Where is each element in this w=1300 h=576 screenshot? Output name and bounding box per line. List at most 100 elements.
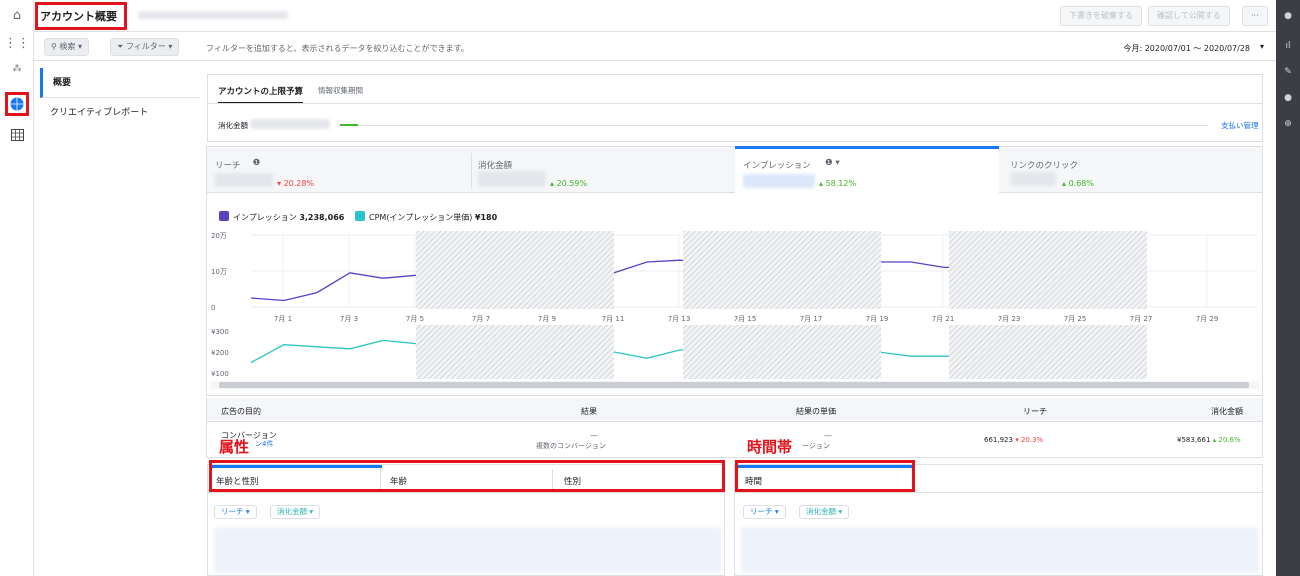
spend-delta: ▴ 20.6% (1212, 436, 1241, 444)
metric-select-reach[interactable]: リーチ ▾ (214, 505, 257, 519)
legend-value: ¥180 (474, 213, 498, 222)
objective-sub-link[interactable]: ン4件 (255, 439, 273, 449)
metric-delta-text: 58.12% (825, 179, 857, 188)
clock-icon[interactable]: ● (1282, 10, 1294, 22)
filter-icon: ⏷ (117, 42, 126, 51)
metric-tab-link-clicks[interactable]: リンクのクリック ▴ 0.68% (1000, 147, 1262, 193)
y-tick-label: 20万 (211, 232, 227, 240)
metric-tab-spend[interactable]: 消化金額 ▴ 20.59% (472, 147, 736, 193)
column-header[interactable]: 広告の目的 (221, 406, 261, 417)
reach-cell: 661,923 ▾ 20.3% (984, 436, 1043, 444)
pill-label: 消化金額 (277, 507, 307, 516)
right-tools-rail: ● ıl ✎ ● ⊕ (1276, 0, 1300, 576)
x-tick-label: 7月 17 (800, 315, 823, 323)
metric-select-spend[interactable]: 消化金額 ▾ (799, 505, 850, 519)
tab-account-limit[interactable]: アカウントの上限予算 (218, 85, 304, 104)
chevron-down-icon[interactable]: ▾ (1260, 42, 1264, 51)
metric-label: リンクのクリック (1010, 161, 1079, 171)
x-tick-label: 7月 23 (998, 315, 1021, 323)
metric-tab-impressions[interactable]: インプレッション ❶ ▾ ▴ 58.12% (735, 146, 999, 194)
legend-swatch-impressions (219, 211, 229, 221)
metric-label: インプレッション (743, 161, 811, 171)
review-publish-button[interactable]: 確認して公開する (1148, 6, 1230, 26)
pencil-icon[interactable]: ✎ (1282, 66, 1294, 78)
spend-delta-text: 20.6% (1218, 436, 1241, 444)
spend-cell: ¥583,661 ▴ 20.6% (1177, 436, 1241, 444)
result-sub: 複数のコンバージョン (536, 442, 606, 450)
result-cell: — (590, 431, 598, 440)
chart-icon[interactable]: ıl (1282, 40, 1294, 52)
tab-collection-period[interactable]: 情報収集期間 (318, 85, 363, 96)
x-tick-label: 7月 1 (274, 315, 292, 323)
y-tick-label: ¥100 (211, 370, 229, 378)
masked-region (683, 325, 881, 379)
time-chart-redacted (741, 527, 1259, 573)
column-header[interactable]: 消化金額 (1211, 406, 1243, 417)
legend-label: インプレッション (233, 213, 297, 222)
masked-region (683, 231, 881, 309)
x-tick-label: 7月 13 (668, 315, 691, 323)
masked-region (416, 231, 614, 309)
discard-draft-button[interactable]: 下書きを破棄する (1060, 6, 1142, 26)
search-button[interactable]: ⚲ 検索 ▾ (44, 38, 89, 56)
search-label: 検索 (59, 42, 76, 51)
metric-delta-text: 0.68% (1068, 179, 1094, 188)
metric-delta-text: 20.59% (556, 179, 588, 188)
audience-icon[interactable]: ⁂ (8, 60, 26, 78)
nav-item-creative-report[interactable]: クリエイティブレポート (40, 98, 200, 128)
metric-select-reach[interactable]: リーチ ▾ (743, 505, 786, 519)
info-icon: ❶ (231, 158, 261, 168)
x-tick-label: 7月 15 (734, 315, 757, 323)
chart-scrollbar[interactable] (211, 381, 1259, 389)
legend-swatch-cpm (355, 211, 365, 221)
cost-cell: — (824, 431, 832, 440)
search-icon[interactable]: ⊕ (1282, 118, 1294, 130)
spent-value-redacted (250, 119, 330, 129)
apps-grid-icon[interactable]: ⋮⋮ (4, 34, 30, 52)
metric-delta: ▴ 20.59% (550, 179, 588, 188)
legend-impressions[interactable]: インプレッション 3,238,066 (233, 212, 344, 223)
filter-hint-text: フィルターを追加すると、表示されるデータを絞り込むことができます。 (206, 44, 469, 53)
metric-label: 消化金額 (478, 161, 513, 171)
metric-delta: ▴ 0.68% (1062, 179, 1094, 188)
x-tick-label: 7月 29 (1196, 315, 1219, 323)
metric-value-redacted (215, 173, 273, 187)
top-bar: アカウント概要 下書きを破棄する 確認して公開する ··· (34, 0, 1276, 32)
payment-settings-link[interactable]: 支払い管理 (1221, 120, 1259, 131)
performance-card: リーチ ❶ ▾ 20.28% 消化金額 ▴ 20.59% インプレッション ❶ … (206, 146, 1263, 396)
legend-cpm[interactable]: CPM(インプレッション単価) ¥180 (369, 212, 497, 223)
cost-sub: ージョン (802, 442, 830, 450)
divider (208, 103, 1262, 104)
metric-select-spend[interactable]: 消化金額 ▾ (270, 505, 321, 519)
table-icon[interactable] (8, 126, 26, 144)
account-name-redacted (138, 11, 288, 19)
globe-icon[interactable] (8, 95, 26, 113)
reach-value: 661,923 (984, 436, 1013, 444)
x-tick-label: 7月 27 (1130, 315, 1153, 323)
home-icon[interactable]: ⌂ (8, 6, 26, 24)
x-tick-label: 7月 21 (932, 315, 955, 323)
pill-label: リーチ (750, 507, 773, 516)
column-header[interactable]: 結果の単価 (796, 406, 836, 417)
column-header[interactable]: 結果 (581, 406, 597, 417)
scrollbar-thumb[interactable] (219, 382, 1249, 388)
x-tick-label: 7月 19 (866, 315, 889, 323)
y-tick-label: ¥300 (211, 328, 229, 336)
time-annotation: 時間帯 (747, 438, 793, 456)
left-navigation-rail: ⌂ ⋮⋮ ⁂ (0, 0, 34, 576)
date-range-label[interactable]: 今月: 2020/07/01 ～ 2020/07/28 (1123, 43, 1250, 54)
masked-region (949, 231, 1147, 309)
filter-button[interactable]: ⏷ フィルター ▾ (110, 38, 180, 56)
more-button[interactable]: ··· (1242, 6, 1268, 26)
history-icon[interactable]: ● (1282, 92, 1294, 104)
y-tick-label: 10万 (211, 268, 227, 276)
masked-region (949, 325, 1147, 379)
title-highlight-box (35, 2, 127, 30)
metric-value-redacted (1010, 172, 1056, 186)
filter-label: フィルター (125, 42, 166, 51)
nav-item-overview[interactable]: 概要 (40, 68, 200, 98)
legend-value: 3,238,066 (299, 213, 345, 222)
metric-tab-reach[interactable]: リーチ ❶ ▾ 20.28% (207, 147, 471, 193)
column-header[interactable]: リーチ (1023, 406, 1047, 417)
budget-progress-fill (340, 124, 358, 126)
